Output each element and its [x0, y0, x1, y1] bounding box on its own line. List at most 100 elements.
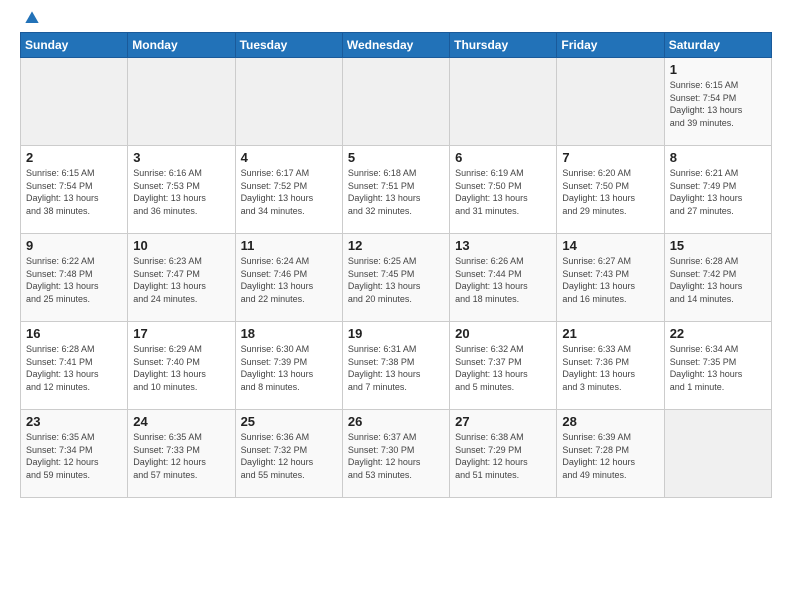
day-info: Sunrise: 6:15 AM Sunset: 7:54 PM Dayligh…: [670, 79, 766, 129]
day-number: 20: [455, 326, 551, 341]
day-number: 11: [241, 238, 337, 253]
day-info: Sunrise: 6:38 AM Sunset: 7:29 PM Dayligh…: [455, 431, 551, 481]
day-number: 15: [670, 238, 766, 253]
day-number: 4: [241, 150, 337, 165]
day-info: Sunrise: 6:28 AM Sunset: 7:41 PM Dayligh…: [26, 343, 122, 393]
day-info: Sunrise: 6:35 AM Sunset: 7:33 PM Dayligh…: [133, 431, 229, 481]
day-info: Sunrise: 6:15 AM Sunset: 7:54 PM Dayligh…: [26, 167, 122, 217]
day-number: 13: [455, 238, 551, 253]
day-header-saturday: Saturday: [664, 33, 771, 58]
calendar-cell: 21Sunrise: 6:33 AM Sunset: 7:36 PM Dayli…: [557, 322, 664, 410]
logo-icon: [22, 8, 42, 28]
calendar-cell: 8 Sunrise: 6:21 AM Sunset: 7:49 PM Daylig…: [664, 146, 771, 234]
day-info: Sunrise: 6:32 AM Sunset: 7:37 PM Dayligh…: [455, 343, 551, 393]
day-info: Sunrise: 6:25 AM Sunset: 7:45 PM Dayligh…: [348, 255, 444, 305]
day-info: Sunrise: 6:19 AM Sunset: 7:50 PM Dayligh…: [455, 167, 551, 217]
calendar-cell: 5 Sunrise: 6:18 AM Sunset: 7:51 PM Daylig…: [342, 146, 449, 234]
day-header-sunday: Sunday: [21, 33, 128, 58]
day-info: Sunrise: 6:34 AM Sunset: 7:35 PM Dayligh…: [670, 343, 766, 393]
week-row-4: 16Sunrise: 6:28 AM Sunset: 7:41 PM Dayli…: [21, 322, 772, 410]
calendar-cell: 17 Sunrise: 6:29 AM Sunset: 7:40 PM Dayli…: [128, 322, 235, 410]
calendar-cell: [342, 58, 449, 146]
week-row-2: 2 Sunrise: 6:15 AM Sunset: 7:54 PM Daylig…: [21, 146, 772, 234]
calendar-cell: 15 Sunrise: 6:28 AM Sunset: 7:42 PM Dayli…: [664, 234, 771, 322]
day-info: Sunrise: 6:21 AM Sunset: 7:49 PM Dayligh…: [670, 167, 766, 217]
calendar-cell: 24 Sunrise: 6:35 AM Sunset: 7:33 PM Dayli…: [128, 410, 235, 498]
day-info: Sunrise: 6:26 AM Sunset: 7:44 PM Dayligh…: [455, 255, 551, 305]
calendar-cell: [128, 58, 235, 146]
day-number: 28: [562, 414, 658, 429]
calendar-cell: 7 Sunrise: 6:20 AM Sunset: 7:50 PM Daylig…: [557, 146, 664, 234]
day-number: 7: [562, 150, 658, 165]
calendar-cell: 13 Sunrise: 6:26 AM Sunset: 7:44 PM Dayli…: [450, 234, 557, 322]
day-number: 17: [133, 326, 229, 341]
day-info: Sunrise: 6:39 AM Sunset: 7:28 PM Dayligh…: [562, 431, 658, 481]
day-info: Sunrise: 6:31 AM Sunset: 7:38 PM Dayligh…: [348, 343, 444, 393]
day-info: Sunrise: 6:18 AM Sunset: 7:51 PM Dayligh…: [348, 167, 444, 217]
day-number: 22: [670, 326, 766, 341]
day-number: 9: [26, 238, 122, 253]
logo-text: [20, 16, 42, 24]
day-info: Sunrise: 6:29 AM Sunset: 7:40 PM Dayligh…: [133, 343, 229, 393]
header-row: SundayMondayTuesdayWednesdayThursdayFrid…: [21, 33, 772, 58]
day-number: 12: [348, 238, 444, 253]
day-info: Sunrise: 6:37 AM Sunset: 7:30 PM Dayligh…: [348, 431, 444, 481]
page: SundayMondayTuesdayWednesdayThursdayFrid…: [0, 0, 792, 514]
calendar-cell: 12 Sunrise: 6:25 AM Sunset: 7:45 PM Dayli…: [342, 234, 449, 322]
calendar-cell: 22 Sunrise: 6:34 AM Sunset: 7:35 PM Dayli…: [664, 322, 771, 410]
calendar-cell: 14 Sunrise: 6:27 AM Sunset: 7:43 PM Dayli…: [557, 234, 664, 322]
calendar-cell: 20 Sunrise: 6:32 AM Sunset: 7:37 PM Dayli…: [450, 322, 557, 410]
day-number: 10: [133, 238, 229, 253]
day-number: 23: [26, 414, 122, 429]
calendar-cell: 25 Sunrise: 6:36 AM Sunset: 7:32 PM Dayli…: [235, 410, 342, 498]
day-header-friday: Friday: [557, 33, 664, 58]
day-info: Sunrise: 6:16 AM Sunset: 7:53 PM Dayligh…: [133, 167, 229, 217]
day-number: 24: [133, 414, 229, 429]
logo: [20, 16, 42, 24]
day-number: 27: [455, 414, 551, 429]
calendar-cell: 9 Sunrise: 6:22 AM Sunset: 7:48 PM Daylig…: [21, 234, 128, 322]
day-number: 19: [348, 326, 444, 341]
calendar-cell: 23 Sunrise: 6:35 AM Sunset: 7:34 PM Dayli…: [21, 410, 128, 498]
calendar-cell: 10 Sunrise: 6:23 AM Sunset: 7:47 PM Dayli…: [128, 234, 235, 322]
calendar-cell: [235, 58, 342, 146]
calendar-cell: [450, 58, 557, 146]
day-number: 25: [241, 414, 337, 429]
day-number: 6: [455, 150, 551, 165]
calendar-cell: 4 Sunrise: 6:17 AM Sunset: 7:52 PM Daylig…: [235, 146, 342, 234]
calendar-cell: 6 Sunrise: 6:19 AM Sunset: 7:50 PM Daylig…: [450, 146, 557, 234]
day-info: Sunrise: 6:23 AM Sunset: 7:47 PM Dayligh…: [133, 255, 229, 305]
day-info: Sunrise: 6:30 AM Sunset: 7:39 PM Dayligh…: [241, 343, 337, 393]
calendar-cell: [664, 410, 771, 498]
calendar-cell: [557, 58, 664, 146]
calendar-cell: 18 Sunrise: 6:30 AM Sunset: 7:39 PM Dayli…: [235, 322, 342, 410]
day-info: Sunrise: 6:36 AM Sunset: 7:32 PM Dayligh…: [241, 431, 337, 481]
day-info: Sunrise: 6:28 AM Sunset: 7:42 PM Dayligh…: [670, 255, 766, 305]
week-row-3: 9 Sunrise: 6:22 AM Sunset: 7:48 PM Daylig…: [21, 234, 772, 322]
day-header-tuesday: Tuesday: [235, 33, 342, 58]
day-number: 14: [562, 238, 658, 253]
calendar-cell: 11 Sunrise: 6:24 AM Sunset: 7:46 PM Dayli…: [235, 234, 342, 322]
day-number: 2: [26, 150, 122, 165]
calendar-cell: 2 Sunrise: 6:15 AM Sunset: 7:54 PM Daylig…: [21, 146, 128, 234]
calendar-cell: 16Sunrise: 6:28 AM Sunset: 7:41 PM Dayli…: [21, 322, 128, 410]
header: [20, 16, 772, 24]
day-info: Sunrise: 6:22 AM Sunset: 7:48 PM Dayligh…: [26, 255, 122, 305]
day-number: 26: [348, 414, 444, 429]
day-number: 8: [670, 150, 766, 165]
week-row-1: 1 Sunrise: 6:15 AM Sunset: 7:54 PM Daylig…: [21, 58, 772, 146]
day-info: Sunrise: 6:17 AM Sunset: 7:52 PM Dayligh…: [241, 167, 337, 217]
week-row-5: 23 Sunrise: 6:35 AM Sunset: 7:34 PM Dayli…: [21, 410, 772, 498]
day-number: 5: [348, 150, 444, 165]
day-info: Sunrise: 6:33 AM Sunset: 7:36 PM Dayligh…: [562, 343, 658, 393]
day-info: Sunrise: 6:20 AM Sunset: 7:50 PM Dayligh…: [562, 167, 658, 217]
day-info: Sunrise: 6:35 AM Sunset: 7:34 PM Dayligh…: [26, 431, 122, 481]
day-info: Sunrise: 6:24 AM Sunset: 7:46 PM Dayligh…: [241, 255, 337, 305]
calendar-cell: 26 Sunrise: 6:37 AM Sunset: 7:30 PM Dayli…: [342, 410, 449, 498]
calendar-cell: 3 Sunrise: 6:16 AM Sunset: 7:53 PM Daylig…: [128, 146, 235, 234]
day-number: 1: [670, 62, 766, 77]
day-info: Sunrise: 6:27 AM Sunset: 7:43 PM Dayligh…: [562, 255, 658, 305]
day-header-monday: Monday: [128, 33, 235, 58]
day-number: 3: [133, 150, 229, 165]
day-number: 18: [241, 326, 337, 341]
